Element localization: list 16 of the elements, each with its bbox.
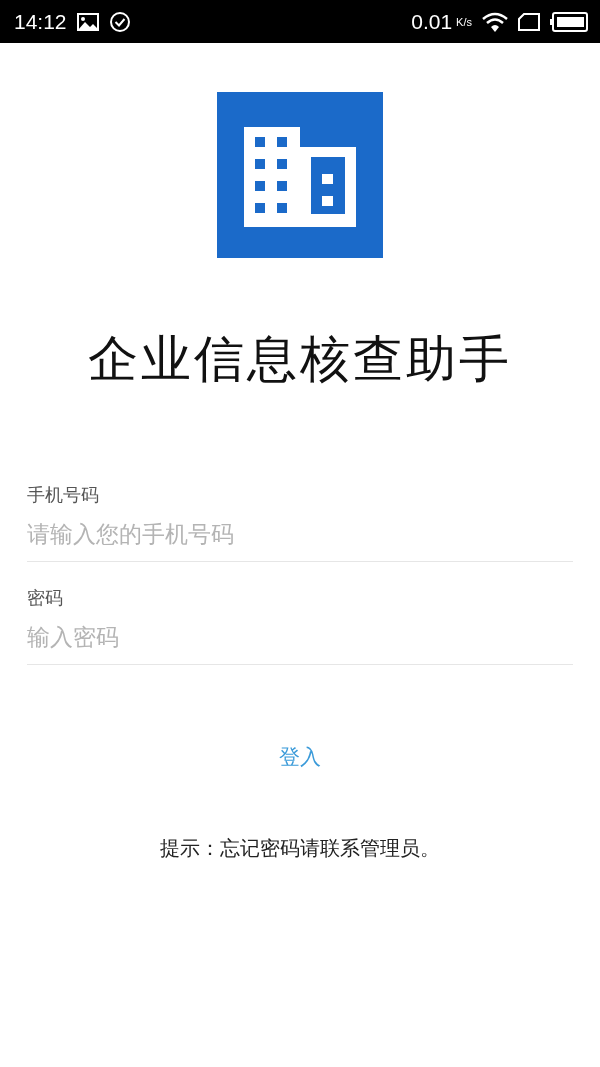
speed-unit: K/s — [456, 15, 472, 28]
image-icon — [76, 12, 99, 31]
input-field[interactable]: 输入密码 — [27, 620, 573, 654]
network-speed: 0.01 — [411, 9, 453, 34]
hint-text: 提示：忘记密码请联系管理员。 — [159, 835, 441, 862]
field-label: 手机号码 — [27, 483, 100, 507]
building-logo-icon — [217, 92, 383, 258]
status-time: 14:12 — [14, 9, 67, 34]
input-field[interactable]: 请输入您的手机号码 — [27, 517, 573, 551]
field-label: 密码 — [27, 586, 64, 610]
login-button[interactable]: 登入 — [269, 737, 331, 777]
battery-icon — [550, 11, 588, 32]
wifi-icon — [482, 11, 508, 32]
app-title: 企业信息核查助手 — [87, 329, 513, 390]
check-circle-icon — [108, 10, 131, 33]
sim-card-icon — [518, 12, 540, 31]
